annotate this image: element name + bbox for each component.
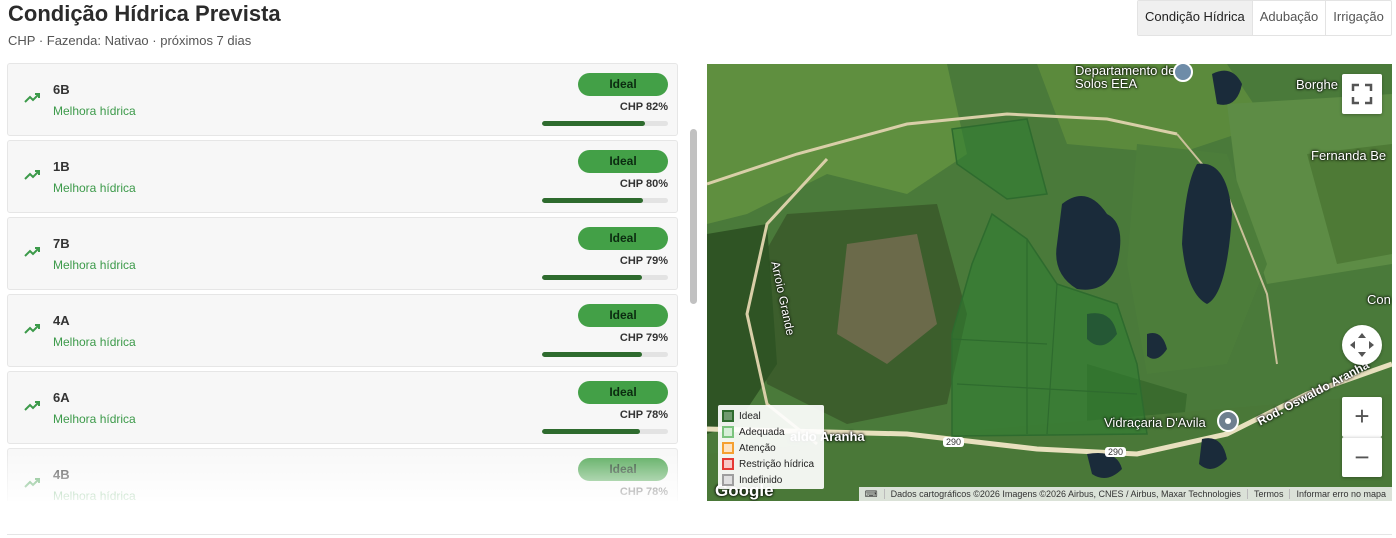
plot-trend-label: Melhora hídrica: [53, 104, 136, 118]
trending-up-icon: [24, 170, 40, 180]
page-title: Condição Hídrica Prevista: [8, 1, 281, 26]
chp-value: CHP 82%: [619, 101, 668, 113]
plot-card[interactable]: 7B Melhora hídrica Ideal CHP 79%: [7, 217, 678, 290]
camera-control-icon: [1350, 333, 1374, 357]
legend-label: Ideal: [739, 410, 761, 422]
chp-progress-bar: [542, 275, 668, 280]
plot-card[interactable]: 6B Melhora hídrica Ideal CHP 82%: [7, 63, 678, 136]
keyboard-shortcuts-icon[interactable]: ⌨: [859, 489, 884, 500]
list-scrollbar[interactable]: [690, 129, 697, 304]
trending-up-icon: [24, 247, 40, 257]
plot-trend-label: Melhora hídrica: [53, 335, 136, 349]
legend-swatch: [722, 474, 734, 486]
report-error-link[interactable]: Informar erro no mapa: [1289, 489, 1392, 499]
place-pin-icon[interactable]: [1217, 410, 1239, 432]
map-data-credit: Dados cartográficos ©2026 Imagens ©2026 …: [883, 489, 1247, 499]
map-label-con: Con: [1367, 292, 1391, 307]
road-shield-290-b: 290: [1105, 447, 1127, 457]
farm-map[interactable]: Departamento de Solos EEA Borghe Fernand…: [707, 64, 1392, 501]
plot-trend-label: Melhora hídrica: [53, 181, 136, 195]
plot-name: 6B: [53, 82, 70, 97]
plot-card[interactable]: 6A Melhora hídrica Ideal CHP 78%: [7, 371, 678, 444]
plot-card[interactable]: 4A Melhora hídrica Ideal CHP 79%: [7, 294, 678, 367]
chp-progress-fill: [542, 198, 643, 203]
legend-item: Adequada: [722, 424, 820, 440]
legend-label: Indefinido: [739, 474, 783, 486]
legend-swatch: [722, 458, 734, 470]
legend-item: Indefinido: [722, 472, 820, 488]
map-label-fernanda: Fernanda Be: [1311, 148, 1387, 163]
legend-item: Restrição hídrica: [722, 456, 820, 472]
terms-link[interactable]: Termos: [1246, 489, 1290, 499]
trending-up-icon: [24, 93, 40, 103]
status-badge: Ideal: [578, 304, 668, 327]
zoom-in-button[interactable]: +: [1342, 397, 1382, 437]
legend-label: Restrição hídrica: [739, 458, 815, 470]
plot-name: 6A: [53, 390, 70, 405]
road-shield-290-a: 290: [943, 437, 965, 447]
chp-value: CHP 79%: [619, 255, 668, 267]
footer-divider: [7, 534, 1392, 535]
zoom-out-button[interactable]: −: [1342, 437, 1382, 477]
map-attribution: ⌨ Dados cartográficos ©2026 Imagens ©202…: [858, 487, 1392, 501]
page-subtitle: CHP · Fazenda: Nativao · próximos 7 dias: [8, 33, 252, 48]
legend-item: Atenção: [722, 440, 820, 456]
chp-progress-fill: [542, 121, 646, 126]
map-legend: Ideal Adequada Atenção Restrição hídrica Ind…: [718, 405, 824, 489]
map-label-vidracaria: Vidraçaria D'Avila: [1104, 415, 1206, 430]
plot-card[interactable]: 1B Melhora hídrica Ideal CHP 80%: [7, 140, 678, 213]
status-badge: Ideal: [578, 73, 668, 96]
status-badge: Ideal: [578, 150, 668, 173]
chp-progress-bar: [542, 352, 668, 357]
status-badge: Ideal: [578, 381, 668, 404]
layer-tabs: Condição Hídrica Adubação Irrigação: [1137, 0, 1392, 36]
legend-label: Adequada: [739, 426, 785, 438]
chp-value: CHP 78%: [619, 409, 668, 421]
legend-swatch: [722, 426, 734, 438]
chp-value: CHP 79%: [619, 332, 668, 344]
tab-condicao-hidrica[interactable]: Condição Hídrica: [1138, 1, 1253, 35]
chp-progress-bar: [542, 121, 668, 126]
plot-trend-label: Melhora hídrica: [53, 412, 136, 426]
legend-item: Ideal: [722, 408, 820, 424]
camera-control-button[interactable]: [1342, 325, 1382, 365]
plot-trend-label: Melhora hídrica: [53, 258, 136, 272]
list-fade: [7, 443, 697, 501]
fullscreen-button[interactable]: [1342, 74, 1382, 114]
chp-progress-bar: [542, 198, 668, 203]
chp-progress-fill: [542, 429, 641, 434]
chp-progress-fill: [542, 352, 642, 357]
chp-progress-fill: [542, 275, 642, 280]
plot-name: 7B: [53, 236, 70, 251]
plot-list[interactable]: 6B Melhora hídrica Ideal CHP 82% 1B Melhora h…: [7, 63, 697, 501]
trending-up-icon: [24, 324, 40, 334]
legend-swatch: [722, 442, 734, 454]
chp-value: CHP 80%: [619, 178, 668, 190]
fullscreen-icon: [1351, 83, 1373, 105]
plot-name: 1B: [53, 159, 70, 174]
tab-adubacao[interactable]: Adubação: [1253, 1, 1327, 35]
plot-name: 4A: [53, 313, 70, 328]
chp-progress-bar: [542, 429, 668, 434]
tab-irrigacao[interactable]: Irrigação: [1326, 1, 1391, 35]
legend-label: Atenção: [739, 442, 776, 454]
map-label-borghe: Borghe: [1296, 77, 1338, 92]
legend-swatch: [722, 410, 734, 422]
status-badge: Ideal: [578, 227, 668, 250]
trending-up-icon: [24, 401, 40, 411]
map-label-departamento: Departamento de Solos EEA: [1075, 64, 1176, 91]
